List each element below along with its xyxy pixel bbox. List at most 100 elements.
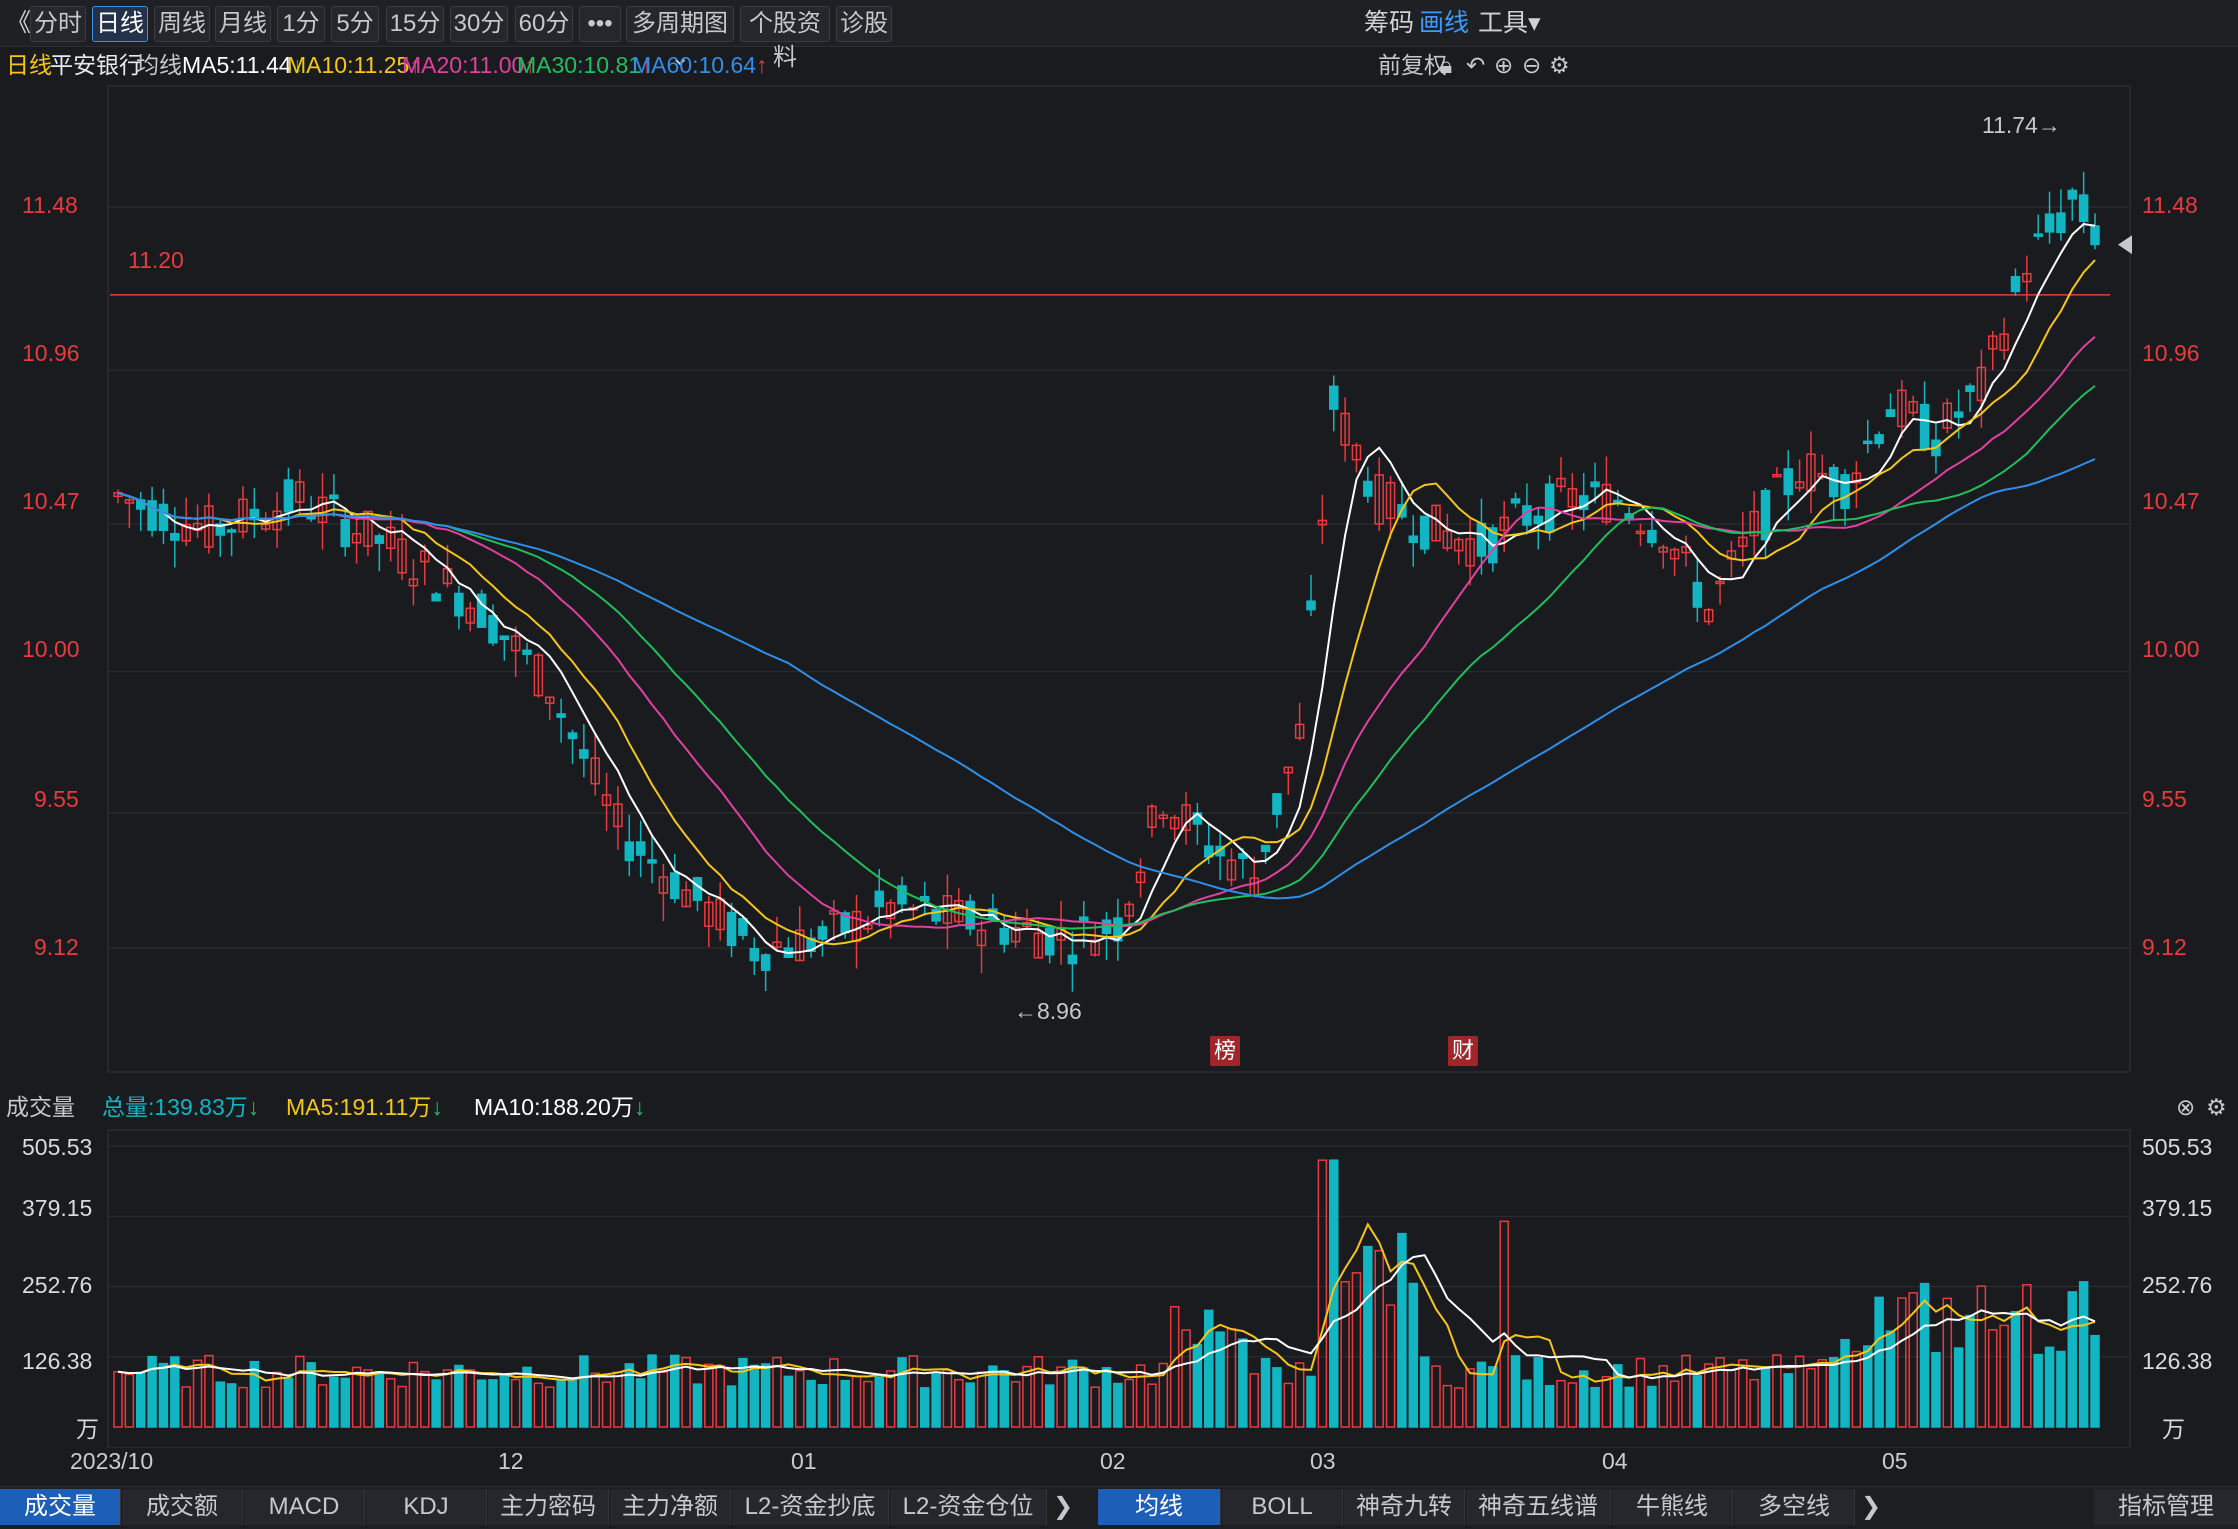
volume-bar [1749,1378,1759,1428]
volume-bar [783,1375,794,1428]
volume-bar [1363,1245,1373,1428]
ma-title[interactable]: 均线 [136,48,182,82]
volume-bar [908,1355,919,1428]
volume-bar [1465,1368,1475,1428]
volume-bar [283,1377,294,1428]
volume-bar [829,1358,839,1428]
tab-intraday[interactable]: 分时 [30,6,86,42]
chevron-right-icon[interactable]: ❯ [1856,1489,1886,1525]
back-icon[interactable]: 《 [6,6,31,40]
tab-long-short[interactable]: 多空线 [1734,1489,1855,1525]
x-tick: 2023/10 [70,1448,154,1474]
tab-volume[interactable]: 成交量 [0,1489,121,1525]
tab-daily[interactable]: 日线 [92,6,148,42]
price-chart[interactable] [0,84,2238,1084]
volume-chart[interactable] [0,1128,2238,1448]
volume-bar [1238,1338,1248,1428]
volume-bar [1703,1363,1714,1428]
tab-main-code[interactable]: 主力密码 [488,1489,609,1525]
tab-30min[interactable]: 30分 [450,6,508,42]
volume-bar [658,1371,669,1428]
chips-link[interactable]: 筹码 [1364,6,1414,40]
tab-five-lines[interactable]: 神奇五线谱 [1466,1489,1611,1525]
tab-nine-turn[interactable]: 神奇九转 [1344,1489,1465,1525]
volume-bar [1840,1338,1850,1428]
volume-bar [863,1380,873,1428]
indicator-manage-button[interactable]: 指标管理 [2094,1489,2238,1525]
lock-icon[interactable]: 🔒︎ [1440,48,1452,82]
candle [1965,385,1975,392]
tab-monthly[interactable]: 月线 [215,6,271,42]
tab-kdj[interactable]: KDJ [366,1489,487,1525]
volume-bar [556,1380,566,1428]
volume-gear-icon[interactable]: ⚙ [2206,1090,2227,1124]
candle [170,532,180,541]
close-icon[interactable]: ⊗ [2176,1090,2195,1124]
tab-l2-bottom[interactable]: L2-资金抄底 [732,1489,889,1525]
volume-bar [363,1369,373,1428]
tab-1min[interactable]: 1分 [277,6,325,42]
volume-info-bar: 成交量 总量:139.83万↓ MA5:191.11万↓ MA10:188.20… [0,1090,2238,1124]
tools-menu[interactable]: 工具▾ [1478,6,1541,40]
gear-icon[interactable]: ⚙ [1549,48,1570,82]
ma10-line [117,259,2096,946]
tab-turnover[interactable]: 成交额 [122,1489,243,1525]
tab-ma[interactable]: 均线 [1098,1489,1221,1525]
tab-macd[interactable]: MACD [244,1489,365,1525]
volume-bar [1453,1387,1464,1428]
tab-60min[interactable]: 60分 [515,6,573,42]
volume-bar [226,1383,237,1428]
chevron-right-icon[interactable]: ❯ [1048,1489,1078,1525]
candle [1919,403,1930,451]
candle [1590,481,1600,488]
candle [1510,498,1521,504]
volume-bar [1499,1220,1509,1428]
tab-15min[interactable]: 15分 [386,6,444,42]
volume-bar [215,1381,226,1428]
volume-bar [1010,1381,1021,1428]
volume-bar [1760,1367,1771,1428]
list-marker[interactable]: 榜 [1210,1036,1240,1066]
candle [760,954,771,971]
volume-bar [635,1378,646,1428]
volume-bar [1090,1386,1100,1428]
high-annotation: 11.74→ [1982,112,2061,138]
draw-line-link[interactable]: 画线 [1419,6,1469,40]
candle [1783,468,1793,496]
volume-bar [1351,1272,1362,1428]
tab-main-net[interactable]: 主力净额 [610,1489,731,1525]
tab-l2-position[interactable]: L2-资金仓位 [890,1489,1047,1525]
zoom-in-icon[interactable]: ⊕ [1494,48,1513,82]
volume-bar [965,1382,975,1428]
volume-bar [1419,1356,1430,1428]
tab-5min[interactable]: 5分 [331,6,379,42]
candle [374,535,385,544]
volume-bar [2056,1350,2066,1428]
x-tick: 01 [791,1448,817,1474]
zoom-out-icon[interactable]: ⊖ [1522,48,1541,82]
volume-bar [158,1362,169,1428]
volume-bar [1317,1159,1328,1428]
tab-boll[interactable]: BOLL [1222,1489,1343,1525]
volume-bar [1544,1384,1555,1428]
adjust-label[interactable]: 前复权 [1378,48,1447,82]
tab-bull-bear[interactable]: 牛熊线 [1612,1489,1733,1525]
diagnose-button[interactable]: 诊股 [836,6,892,42]
tab-weekly[interactable]: 周线 [154,6,210,42]
stock-info-button[interactable]: 个股资料 [740,6,830,71]
period-label: 日线 [6,52,52,78]
volume-bar [1578,1370,1589,1428]
volume-bar [420,1370,430,1428]
volume-bar [601,1381,612,1428]
caret-down-icon: ▾ [1528,9,1541,37]
undo-icon[interactable]: ↶ [1466,48,1485,82]
multi-period-dropdown[interactable]: 多周期图 ⌄ [626,6,734,71]
volume-bar [1215,1331,1225,1428]
volume-bar [840,1379,850,1428]
volume-bar [1533,1357,1544,1428]
volume-bar [885,1370,896,1428]
candle [817,926,828,940]
candle [1874,434,1884,445]
finance-marker[interactable]: 财 [1448,1036,1478,1066]
more-button[interactable]: ••• [579,6,621,42]
